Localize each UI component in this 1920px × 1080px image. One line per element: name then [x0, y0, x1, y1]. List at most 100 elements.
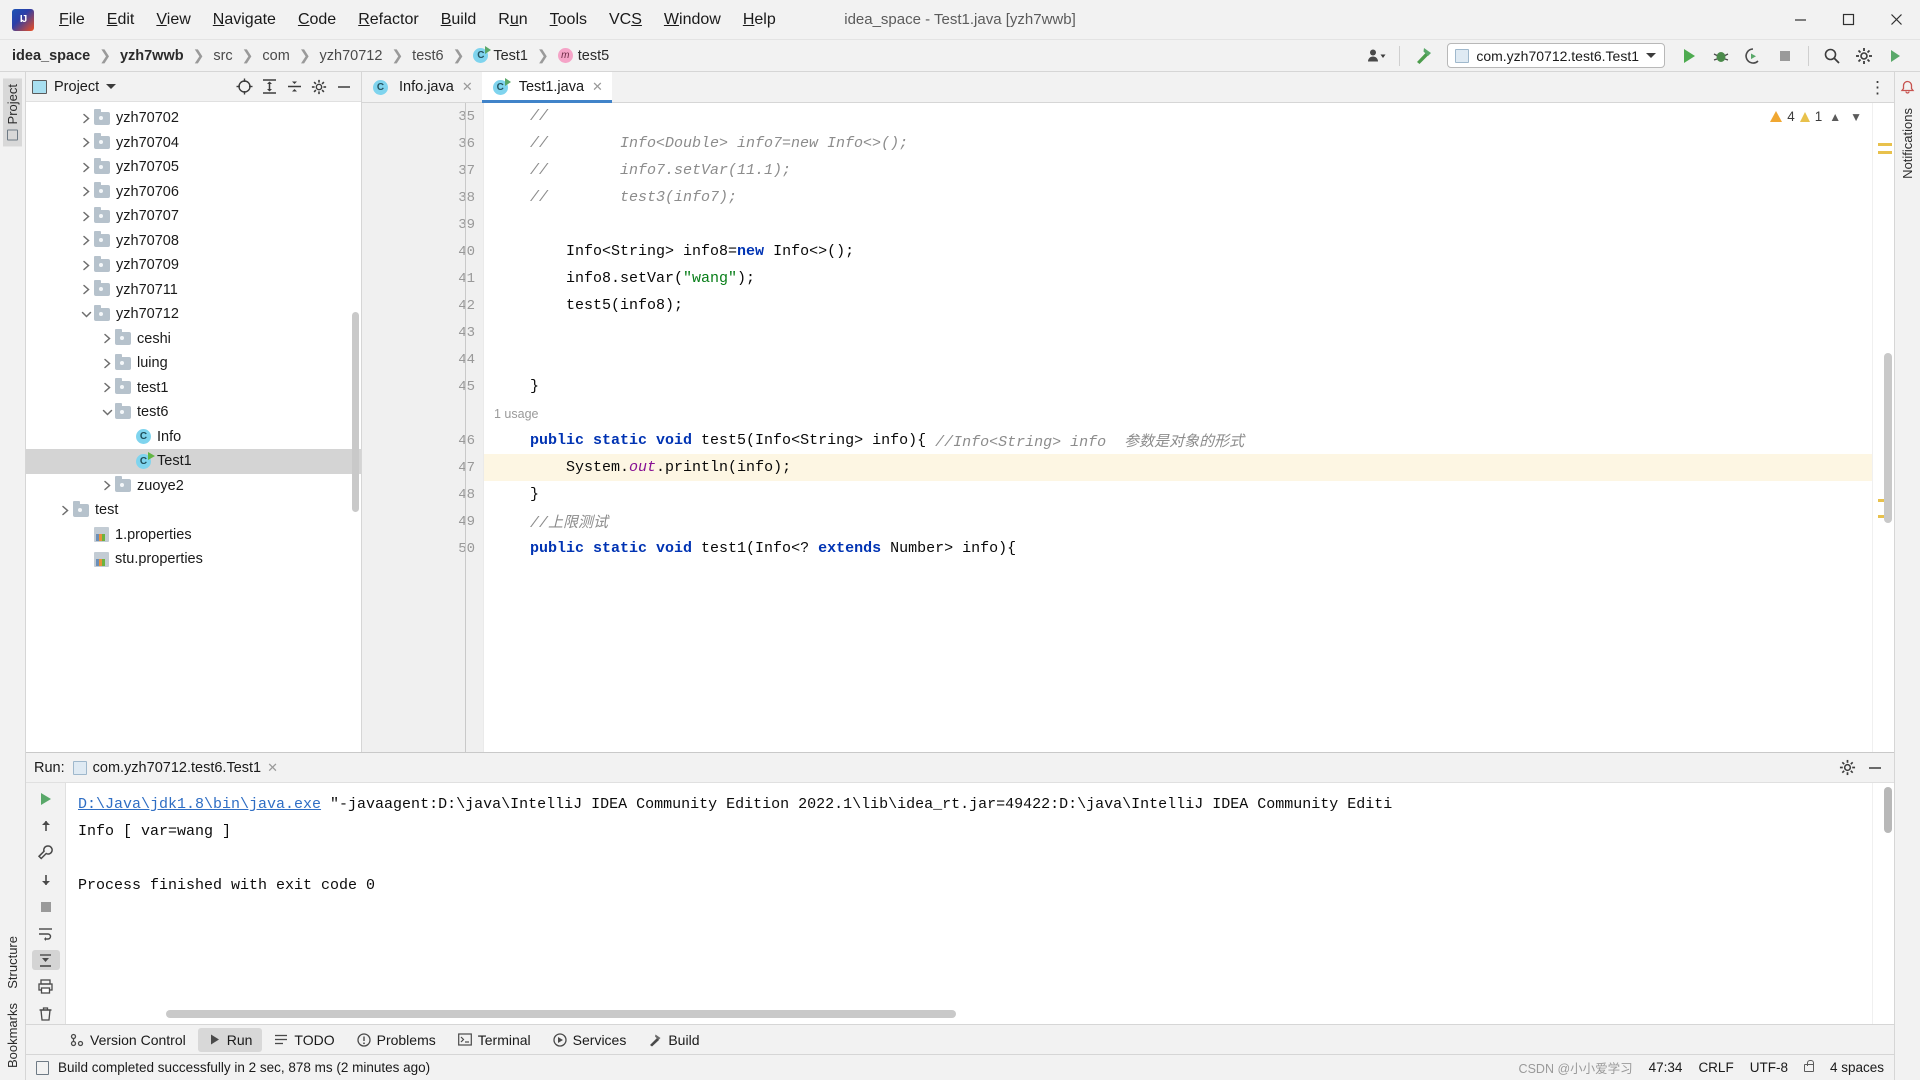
build-hammer-icon[interactable] [1409, 43, 1437, 69]
java-exe-path-link[interactable]: D:\Java\jdk1.8\bin\java.exe [78, 796, 321, 813]
console-output[interactable]: D:\Java\jdk1.8\bin\java.exe "-javaagent:… [66, 783, 1872, 1024]
chevron-right-icon[interactable] [78, 260, 94, 271]
code-line-37[interactable]: // info7.setVar(11.1); [484, 157, 1872, 184]
chevron-right-icon[interactable] [57, 505, 73, 516]
tree-item-info[interactable]: C Info [26, 425, 361, 450]
bottom-tab-services[interactable]: Services [543, 1028, 637, 1052]
menu-file[interactable]: File [48, 7, 96, 33]
inspections-widget[interactable]: 4 1 ▲ ▼ [1770, 109, 1864, 124]
editor-gutter[interactable]: 35363738−39404142434445−46−4748−4950− [362, 103, 497, 752]
chevron-right-icon[interactable] [99, 358, 115, 369]
bottom-tab-build[interactable]: Build [638, 1028, 709, 1052]
gear-icon[interactable] [1836, 757, 1858, 779]
tree-item-luing[interactable]: luing [26, 351, 361, 376]
tree-item-test6[interactable]: test6 [26, 400, 361, 425]
code-line-42[interactable]: test5(info8); [484, 292, 1872, 319]
debug-icon[interactable] [1707, 43, 1735, 69]
more-options-icon[interactable]: ⋮ [1869, 79, 1886, 96]
menu-tools[interactable]: Tools [539, 7, 598, 33]
code-line-38[interactable]: // test3(info7); [484, 184, 1872, 211]
bottom-tab-problems[interactable]: Problems [347, 1028, 446, 1052]
close-button[interactable] [1872, 0, 1920, 40]
code-line-41[interactable]: info8.setVar("wang"); [484, 265, 1872, 292]
tree-item-yzh70706[interactable]: yzh70706 [26, 180, 361, 205]
notifications-bell-icon[interactable] [1900, 80, 1915, 98]
close-icon[interactable]: ✕ [592, 79, 603, 95]
code-line-36[interactable]: // Info<Double> info7=new Info<>(); [484, 130, 1872, 157]
editor-marker-gutter[interactable] [1872, 103, 1894, 752]
breadcrumb-test5[interactable]: m test5 [556, 48, 611, 64]
editor-tab-test1-java[interactable]: C Test1.java ✕ [481, 72, 613, 103]
previous-problem-icon[interactable]: ▲ [1827, 110, 1843, 124]
chevron-right-icon[interactable] [78, 211, 94, 222]
console-horizontal-scrollbar[interactable] [166, 1010, 956, 1018]
print-button[interactable] [32, 976, 60, 997]
bottom-tab-terminal[interactable]: Terminal [448, 1028, 541, 1052]
code-line-40[interactable]: Info<String> info8= new Info<>(); [484, 238, 1872, 265]
next-problem-icon[interactable]: ▼ [1848, 110, 1864, 124]
breadcrumb-yzh7wwb[interactable]: yzh7wwb [118, 48, 186, 64]
hide-panel-icon[interactable] [333, 76, 355, 98]
chevron-down-icon[interactable] [99, 408, 115, 417]
tree-item-test1[interactable]: test1 [26, 376, 361, 401]
caret-position[interactable]: 47:34 [1649, 1060, 1683, 1075]
code-line-46[interactable]: public static void test5(Info<String> in… [484, 427, 1872, 454]
code-line-44[interactable] [484, 346, 1872, 373]
menu-bar[interactable]: File Edit View Navigate Code Refactor Bu… [48, 7, 787, 33]
settings-wrench-button[interactable] [32, 843, 60, 864]
chevron-right-icon[interactable] [99, 333, 115, 344]
scroll-down-button[interactable] [32, 869, 60, 890]
run-panel-tab[interactable]: com.yzh70712.test6.Test1 ✕ [72, 760, 278, 776]
chevron-right-icon[interactable] [99, 382, 115, 393]
tree-item-yzh70705[interactable]: yzh70705 [26, 155, 361, 180]
user-settings-icon[interactable] [1362, 43, 1390, 69]
gear-icon[interactable] [308, 76, 330, 98]
rail-tab-structure[interactable]: Structure [3, 930, 22, 995]
project-tree[interactable]: yzh70702 yzh70704 yzh70705 yzh70706 yzh70707… [26, 102, 361, 752]
tree-item-yzh70709[interactable]: yzh70709 [26, 253, 361, 278]
line-separator[interactable]: CRLF [1698, 1060, 1733, 1075]
code-line-43[interactable] [484, 319, 1872, 346]
chevron-right-icon[interactable] [78, 137, 94, 148]
trash-button[interactable] [32, 1003, 60, 1024]
chevron-right-icon[interactable] [78, 235, 94, 246]
menu-help[interactable]: Help [732, 7, 787, 33]
stop-button[interactable] [32, 896, 60, 917]
chevron-down-icon[interactable] [78, 310, 94, 319]
rail-tab-project[interactable]: Project [3, 78, 22, 147]
close-icon[interactable]: ✕ [267, 760, 278, 776]
code-line-35[interactable]: // [484, 103, 1872, 130]
run-configuration-selector[interactable]: com.yzh70712.test6.Test1 [1447, 43, 1665, 68]
rerun-button[interactable] [32, 789, 60, 810]
lock-icon[interactable] [1803, 1059, 1814, 1072]
chevron-right-icon[interactable] [78, 186, 94, 197]
code-content[interactable]: // // Info<Double> info7=new Info<>(); /… [484, 103, 1872, 752]
chevron-right-icon[interactable] [99, 480, 115, 491]
maximize-button[interactable] [1824, 0, 1872, 40]
select-opened-file-icon[interactable] [233, 76, 255, 98]
close-icon[interactable]: ✕ [462, 79, 473, 95]
code-line-39[interactable] [484, 211, 1872, 238]
scroll-to-end-button[interactable] [31, 949, 60, 971]
tree-item-yzh70707[interactable]: yzh70707 [26, 204, 361, 229]
inspection-marker[interactable] [1878, 143, 1892, 146]
inspection-marker[interactable] [1878, 151, 1892, 154]
collapse-all-icon[interactable] [283, 76, 305, 98]
file-encoding[interactable]: UTF-8 [1750, 1060, 1788, 1075]
code-line-49[interactable]: //上限测试 [484, 508, 1872, 535]
menu-build[interactable]: Build [430, 7, 488, 33]
tree-item-yzh70711[interactable]: yzh70711 [26, 278, 361, 303]
bottom-tab-todo[interactable]: TODO [264, 1028, 344, 1052]
code-line-45[interactable]: } [484, 373, 1872, 400]
bottom-tab-version-control[interactable]: Version Control [60, 1028, 196, 1052]
code-line-48[interactable]: } [484, 481, 1872, 508]
menu-vcs[interactable]: VCS [598, 7, 653, 33]
console-scrollbar-thumb[interactable] [1884, 787, 1892, 833]
rail-tab-notifications[interactable]: Notifications [1898, 102, 1917, 185]
stop-icon[interactable] [1771, 43, 1799, 69]
menu-refactor[interactable]: Refactor [347, 7, 429, 33]
breadcrumb-test1[interactable]: C Test1 [471, 46, 530, 64]
indent-setting[interactable]: 4 spaces [1830, 1060, 1884, 1075]
chevron-right-icon[interactable] [78, 284, 94, 295]
tree-item-stu-properties[interactable]: stu.properties [26, 547, 361, 572]
